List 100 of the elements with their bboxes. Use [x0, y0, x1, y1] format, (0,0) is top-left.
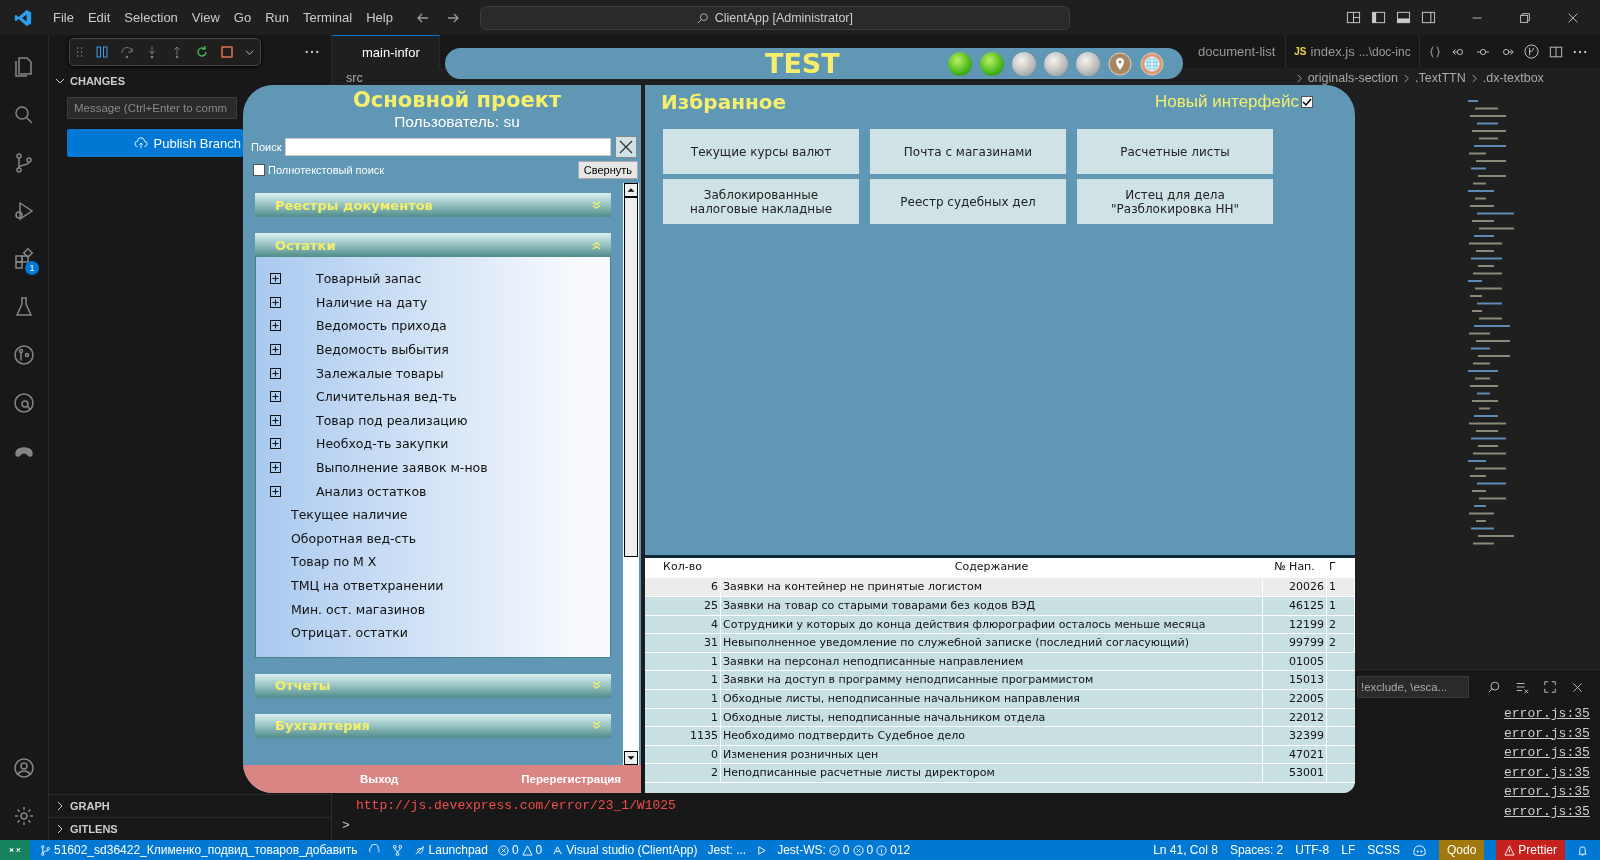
- menu-item[interactable]: File: [46, 10, 81, 25]
- expand-icon[interactable]: [270, 414, 281, 426]
- status-lamp[interactable]: [1075, 51, 1100, 76]
- source-link[interactable]: error.js:35: [1504, 782, 1600, 802]
- favorite-button[interactable]: Истец для дела "Разблокировка НН": [1077, 179, 1273, 224]
- section-header[interactable]: GITLENS: [70, 823, 118, 835]
- editor-tab[interactable]: main-infor: [332, 35, 440, 68]
- publish-branch-button[interactable]: Publish Branch: [67, 129, 243, 157]
- status-item[interactable]: LF: [1341, 843, 1356, 857]
- clear-output-icon[interactable]: [1515, 680, 1529, 694]
- extensions-icon[interactable]: [12, 247, 36, 271]
- tree-item[interactable]: Ведомость выбытия: [316, 342, 449, 358]
- menu-item[interactable]: Help: [359, 10, 400, 25]
- menu-item[interactable]: Selection: [117, 10, 185, 25]
- qodo-status[interactable]: Qodo: [1438, 840, 1485, 860]
- table-row[interactable]: 0 Изменения розничных цен 47021: [645, 745, 1355, 765]
- table-row[interactable]: 2 Неподписанные расчетные листы директором 53001: [645, 764, 1355, 783]
- copilot-icon[interactable]: [1411, 843, 1427, 857]
- braces-icon[interactable]: [1427, 44, 1442, 59]
- restart-icon[interactable]: [195, 45, 210, 59]
- tree-item[interactable]: Выполнение заявок м-нов: [316, 460, 488, 476]
- chevron-right-icon[interactable]: [55, 824, 65, 834]
- pause-icon[interactable]: [94, 45, 109, 59]
- bell-icon[interactable]: [1577, 844, 1588, 856]
- scrollbar[interactable]: [623, 183, 639, 765]
- scrollbar-thumb[interactable]: [624, 197, 638, 557]
- step-over-icon[interactable]: [119, 45, 134, 59]
- table-row[interactable]: 31 Невыполненное уведомление по служебной записке (последний согласующий) 99799 2: [645, 634, 1355, 653]
- panel-toggle-icon[interactable]: [1396, 10, 1411, 25]
- table-row[interactable]: 1135 Необходимо подтвердить Судебное дело 32399: [645, 727, 1355, 746]
- close-icon[interactable]: [1571, 680, 1584, 694]
- fork-icon[interactable]: [390, 843, 404, 857]
- breadcrumb-item[interactable]: .dx-textbox: [1482, 71, 1544, 85]
- play-icon[interactable]: [756, 844, 768, 856]
- clear-search-button[interactable]: [615, 136, 637, 158]
- table-row[interactable]: 4 Сотрудники у которых до конца действия флюрографии осталось меньше месяца 12199 2: [645, 615, 1355, 635]
- menu-link[interactable]: Мин. ост. магазинов: [291, 601, 426, 617]
- search-field[interactable]: [285, 138, 611, 156]
- menu-link[interactable]: Текущее наличие: [291, 507, 408, 523]
- breadcrumb-item[interactable]: src: [346, 71, 363, 85]
- expand-icon[interactable]: [270, 296, 281, 308]
- branch-circle-icon[interactable]: [1523, 44, 1539, 59]
- expand-icon[interactable]: [270, 485, 281, 497]
- table-row[interactable]: 1 Обходные листы, неподписанные начальником отдела 22012: [645, 708, 1355, 728]
- checkbox[interactable]: [1301, 96, 1313, 108]
- source-link[interactable]: error.js:35: [1504, 743, 1600, 763]
- remote-button[interactable]: [0, 840, 30, 860]
- favorite-button[interactable]: Расчетные листы: [1077, 129, 1273, 174]
- collapse-button[interactable]: Свернуть: [577, 161, 638, 179]
- table-row[interactable]: 1 Заявки на доступ в программу неподписанные программистом 15013: [645, 671, 1355, 691]
- source-link[interactable]: error.js:35: [1504, 762, 1600, 783]
- more-icon[interactable]: [1572, 49, 1587, 54]
- scroll-down-icon[interactable]: [624, 751, 638, 765]
- expand-icon[interactable]: [270, 273, 281, 285]
- status-item[interactable]: Ln 41, Col 8: [1153, 843, 1218, 857]
- menu-item[interactable]: Terminal: [296, 10, 360, 25]
- menu-item[interactable]: Edit: [80, 10, 118, 25]
- menu-link[interactable]: Оборотная вед-сть: [291, 530, 417, 546]
- status-item[interactable]: SCSS: [1367, 843, 1400, 857]
- tree-item[interactable]: Товарный запас: [316, 271, 422, 287]
- expand-icon[interactable]: [270, 320, 281, 332]
- account-icon[interactable]: [12, 756, 36, 780]
- column-header[interactable]: Содержание: [721, 558, 1263, 578]
- commit-message-field[interactable]: Message (Ctrl+Enter to comm: [67, 97, 237, 119]
- jest-ws-status[interactable]: Jest-WS: 0 0 012: [777, 843, 911, 857]
- grip-icon[interactable]: [75, 46, 84, 58]
- checkbox[interactable]: [253, 164, 265, 176]
- jest-status[interactable]: Jest: ...: [707, 843, 747, 857]
- expand-icon[interactable]: [270, 391, 281, 403]
- favorite-button[interactable]: Почта с магазинами: [870, 129, 1066, 174]
- expand-icon[interactable]: [270, 438, 281, 450]
- chevron-down-icon[interactable]: [55, 76, 65, 86]
- column-header[interactable]: Г: [1327, 558, 1355, 578]
- expand-icon[interactable]: [270, 367, 281, 379]
- expand-icon[interactable]: [270, 344, 281, 356]
- menu-link[interactable]: Товар по М Х: [291, 554, 377, 570]
- project-status[interactable]: Visual studio (ClientApp): [552, 843, 698, 857]
- section-header[interactable]: GRAPH: [70, 800, 110, 812]
- menu-item[interactable]: Run: [258, 10, 296, 25]
- prettier-status[interactable]: Prettier: [1496, 840, 1565, 860]
- tree-item[interactable]: Товар под реализацию: [316, 412, 468, 428]
- branch-status[interactable]: 51602_sd36422_Клименко_подвид_товаров_добавить: [40, 843, 358, 857]
- status-item[interactable]: Spaces: 2: [1229, 843, 1284, 857]
- launchpad-status[interactable]: Launchpad: [413, 843, 488, 857]
- breadcrumb-item[interactable]: .TextTTN: [1415, 71, 1466, 85]
- status-item[interactable]: UTF-8: [1295, 843, 1330, 857]
- tree-item[interactable]: Сличительная вед-ть: [316, 389, 457, 405]
- favorite-button[interactable]: Текущие курсы валют: [663, 129, 859, 174]
- menu-link[interactable]: ТМЦ на ответхранении: [291, 578, 444, 593]
- column-header[interactable]: Кол-во: [645, 558, 721, 578]
- command-center[interactable]: ClientApp [Administrator]: [479, 5, 1070, 30]
- debug-icon[interactable]: [12, 199, 36, 223]
- maximize-icon[interactable]: [1543, 680, 1557, 694]
- settings-icon[interactable]: [12, 804, 36, 828]
- tree-item[interactable]: Анализ остатков: [316, 483, 427, 499]
- git-graph-icon[interactable]: [12, 343, 36, 367]
- sidebar-toggle-icon[interactable]: [1371, 10, 1386, 25]
- section-header[interactable]: CHANGES: [70, 75, 125, 87]
- globe-icon[interactable]: [1139, 51, 1164, 76]
- split-editor-icon[interactable]: [1548, 44, 1563, 59]
